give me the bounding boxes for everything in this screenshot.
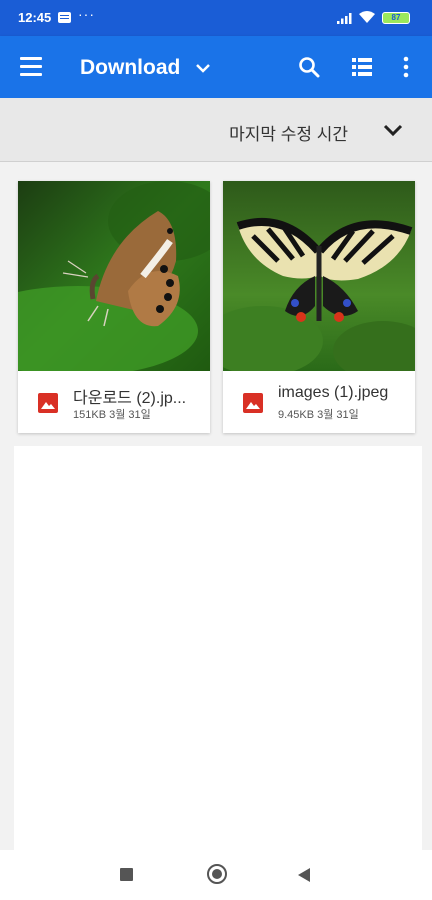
battery-icon: 87	[382, 12, 410, 24]
image-file-icon	[38, 393, 58, 413]
wifi-icon	[359, 11, 375, 23]
signal-icon	[337, 13, 352, 24]
file-name: 다운로드 (2).jp...	[73, 390, 187, 407]
more-options-icon[interactable]	[403, 56, 409, 78]
list-view-icon[interactable]	[352, 58, 372, 76]
app-bar: Download	[0, 36, 432, 98]
file-card[interactable]: 다운로드 (2).jp... 151KB 3월 31일	[18, 181, 210, 433]
folder-title-dropdown[interactable]: Download	[80, 54, 212, 82]
home-icon[interactable]	[207, 864, 227, 884]
page-title: Download	[80, 56, 181, 79]
status-time: 12:45	[18, 10, 52, 25]
status-bar: 12:45 ··· 87	[0, 0, 432, 36]
system-nav-bar	[0, 850, 432, 900]
more-notifications-icon: ···	[78, 6, 95, 22]
menu-icon[interactable]	[20, 57, 42, 77]
chevron-down-icon	[196, 64, 211, 73]
search-icon[interactable]	[298, 56, 320, 78]
sort-label: 마지막 수정 시간	[229, 125, 348, 144]
butterfly-thumbnail	[18, 181, 210, 371]
file-card[interactable]: images (1).jpeg 9.45KB 3월 31일	[223, 181, 415, 433]
chevron-down-icon[interactable]	[383, 122, 403, 138]
butterfly-thumbnail	[223, 181, 415, 371]
file-name: images (1).jpeg	[278, 384, 389, 401]
recents-icon[interactable]	[120, 868, 133, 881]
sort-bar[interactable]: 마지막 수정 시간	[0, 98, 432, 162]
file-meta: 9.45KB 3월 31일	[278, 409, 359, 421]
image-file-icon	[243, 393, 263, 413]
message-notification-icon	[58, 12, 71, 23]
file-meta: 151KB 3월 31일	[73, 409, 151, 421]
back-icon[interactable]	[298, 868, 310, 882]
empty-content-area	[14, 446, 422, 850]
